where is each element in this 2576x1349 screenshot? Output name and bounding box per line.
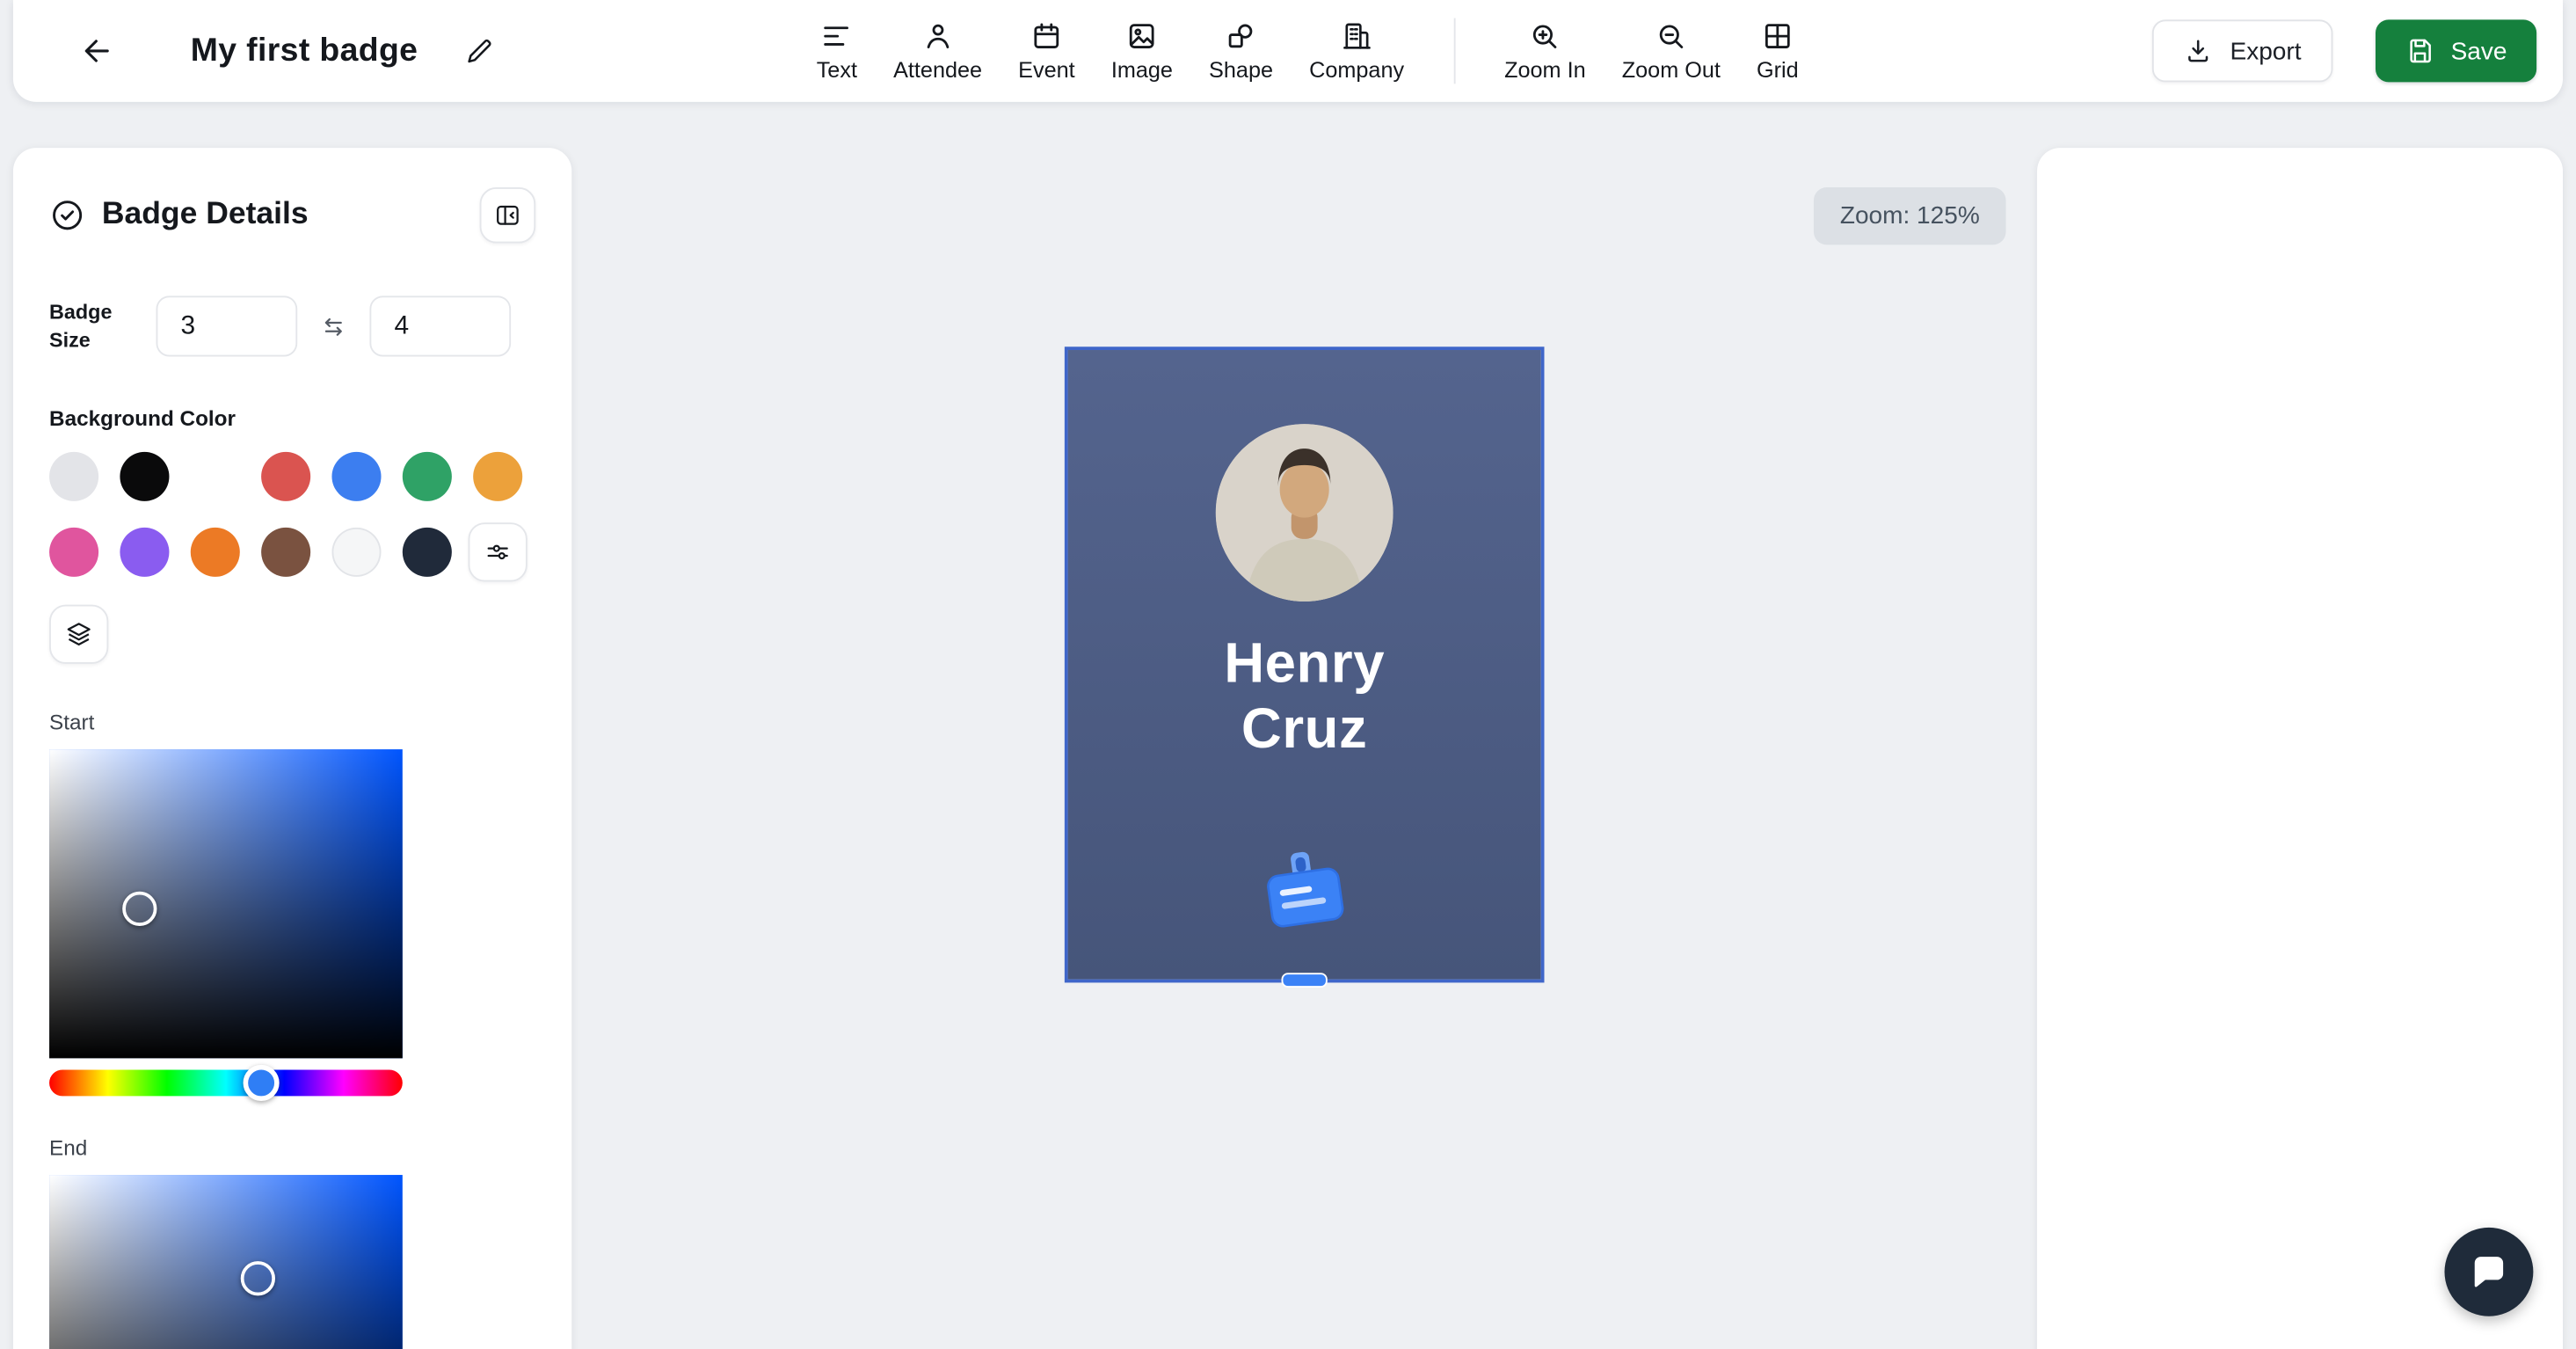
tool-label: Grid	[1757, 57, 1799, 82]
swap-arrows-icon	[319, 311, 349, 341]
tool-company[interactable]: Company	[1309, 17, 1404, 85]
tool-label: Text	[817, 57, 857, 82]
hue-slider[interactable]	[49, 1069, 403, 1096]
color-settings-button[interactable]	[469, 522, 528, 581]
name-badge-icon[interactable]	[1255, 842, 1354, 940]
person-icon	[921, 19, 954, 52]
app: My first badge Text Attendee Event	[0, 0, 2576, 1349]
tool-label: Event	[1018, 57, 1075, 82]
hue-slider-handle[interactable]	[244, 1065, 280, 1101]
title-group: My first badge	[72, 26, 501, 76]
back-arrow-icon	[79, 33, 115, 69]
grid-icon	[1761, 19, 1794, 52]
background-color-label: Background Color	[49, 406, 535, 431]
save-label: Save	[2451, 37, 2507, 65]
text-align-icon	[820, 19, 853, 52]
panel-title: Badge Details	[102, 197, 309, 233]
color-swatch[interactable]	[473, 452, 522, 501]
color-swatch[interactable]	[120, 528, 169, 577]
toolbar-divider	[1453, 18, 1455, 84]
color-swatch[interactable]	[191, 528, 240, 577]
chat-button[interactable]	[2444, 1228, 2533, 1316]
tool-zoom-in[interactable]: Zoom In	[1504, 17, 1586, 85]
attendee-name[interactable]: Henry Cruz	[1163, 631, 1445, 762]
pencil-icon	[464, 35, 496, 67]
saturation-handle-start[interactable]	[122, 891, 156, 925]
color-swatch[interactable]	[261, 528, 310, 577]
tool-label: Shape	[1209, 57, 1273, 82]
tool-shape[interactable]: Shape	[1209, 17, 1273, 85]
color-swatch[interactable]	[403, 452, 452, 501]
page-title: My first badge	[191, 32, 418, 69]
badge-width-input[interactable]	[156, 295, 298, 356]
tool-grid[interactable]: Grid	[1757, 17, 1799, 85]
tool-attendee[interactable]: Attendee	[893, 17, 982, 85]
tool-image[interactable]: Image	[1111, 17, 1173, 85]
gradient-start-picker: Start	[49, 710, 535, 1096]
collapse-panel-button[interactable]	[480, 187, 536, 244]
edit-title-button[interactable]	[457, 29, 501, 73]
calendar-icon	[1030, 19, 1063, 52]
tool-label: Company	[1309, 57, 1404, 82]
sliders-icon	[483, 537, 513, 567]
saturation-handle-end[interactable]	[240, 1261, 274, 1295]
save-button[interactable]: Save	[2376, 19, 2537, 82]
zoom-out-icon	[1655, 19, 1687, 52]
save-icon	[2405, 36, 2434, 66]
layers-button[interactable]	[49, 605, 108, 664]
badge-size-row: Badge Size	[49, 295, 535, 356]
gradient-start-label: Start	[49, 710, 535, 734]
resize-handle[interactable]	[1282, 973, 1328, 988]
color-swatch[interactable]	[49, 528, 98, 577]
badge-preview[interactable]: Henry Cruz	[1065, 346, 1545, 982]
export-button[interactable]: Export	[2153, 19, 2332, 82]
building-icon	[1340, 19, 1372, 52]
toolbar: Text Attendee Event Image Shape Company	[817, 0, 1799, 102]
export-label: Export	[2230, 37, 2302, 65]
zoom-in-icon	[1529, 19, 1561, 52]
collapse-panel-icon	[493, 201, 523, 230]
gradient-end-label: End	[49, 1135, 535, 1160]
tool-label: Zoom Out	[1622, 57, 1721, 82]
tool-label: Attendee	[893, 57, 982, 82]
layers-row	[49, 605, 535, 664]
tool-zoom-out[interactable]: Zoom Out	[1622, 17, 1721, 85]
top-bar: My first badge Text Attendee Event	[13, 0, 2563, 102]
color-swatch[interactable]	[120, 452, 169, 501]
tool-label: Zoom In	[1504, 57, 1586, 82]
shapes-icon	[1225, 19, 1257, 52]
chat-bubble-icon	[2468, 1251, 2511, 1294]
color-swatch[interactable]	[403, 528, 452, 577]
color-swatch[interactable]	[331, 452, 381, 501]
tool-event[interactable]: Event	[1018, 17, 1075, 85]
color-swatch[interactable]	[331, 528, 381, 577]
right-panel	[2037, 148, 2563, 1349]
layers-icon	[64, 619, 94, 649]
swatch-grid	[49, 452, 535, 582]
color-swatch[interactable]	[261, 452, 310, 501]
tool-text[interactable]: Text	[817, 17, 857, 85]
badge-size-label: Badge Size	[49, 300, 135, 354]
tool-label: Image	[1111, 57, 1173, 82]
panel-header: Badge Details	[49, 187, 535, 244]
gradient-end-picker: End	[49, 1135, 535, 1349]
saturation-picker-start[interactable]	[49, 749, 403, 1058]
attendee-avatar	[1216, 424, 1394, 602]
badge-details-panel: Badge Details Badge Size Background Colo…	[13, 148, 571, 1349]
saturation-picker-end[interactable]	[49, 1175, 403, 1349]
image-icon	[1125, 19, 1158, 52]
header-actions: Export Save	[2153, 19, 2536, 82]
color-swatch[interactable]	[49, 452, 98, 501]
zoom-indicator: Zoom: 125%	[1814, 187, 2006, 244]
badge-height-input[interactable]	[369, 295, 511, 356]
download-icon	[2184, 36, 2214, 66]
badge-check-icon	[49, 197, 85, 233]
back-button[interactable]	[72, 26, 121, 76]
